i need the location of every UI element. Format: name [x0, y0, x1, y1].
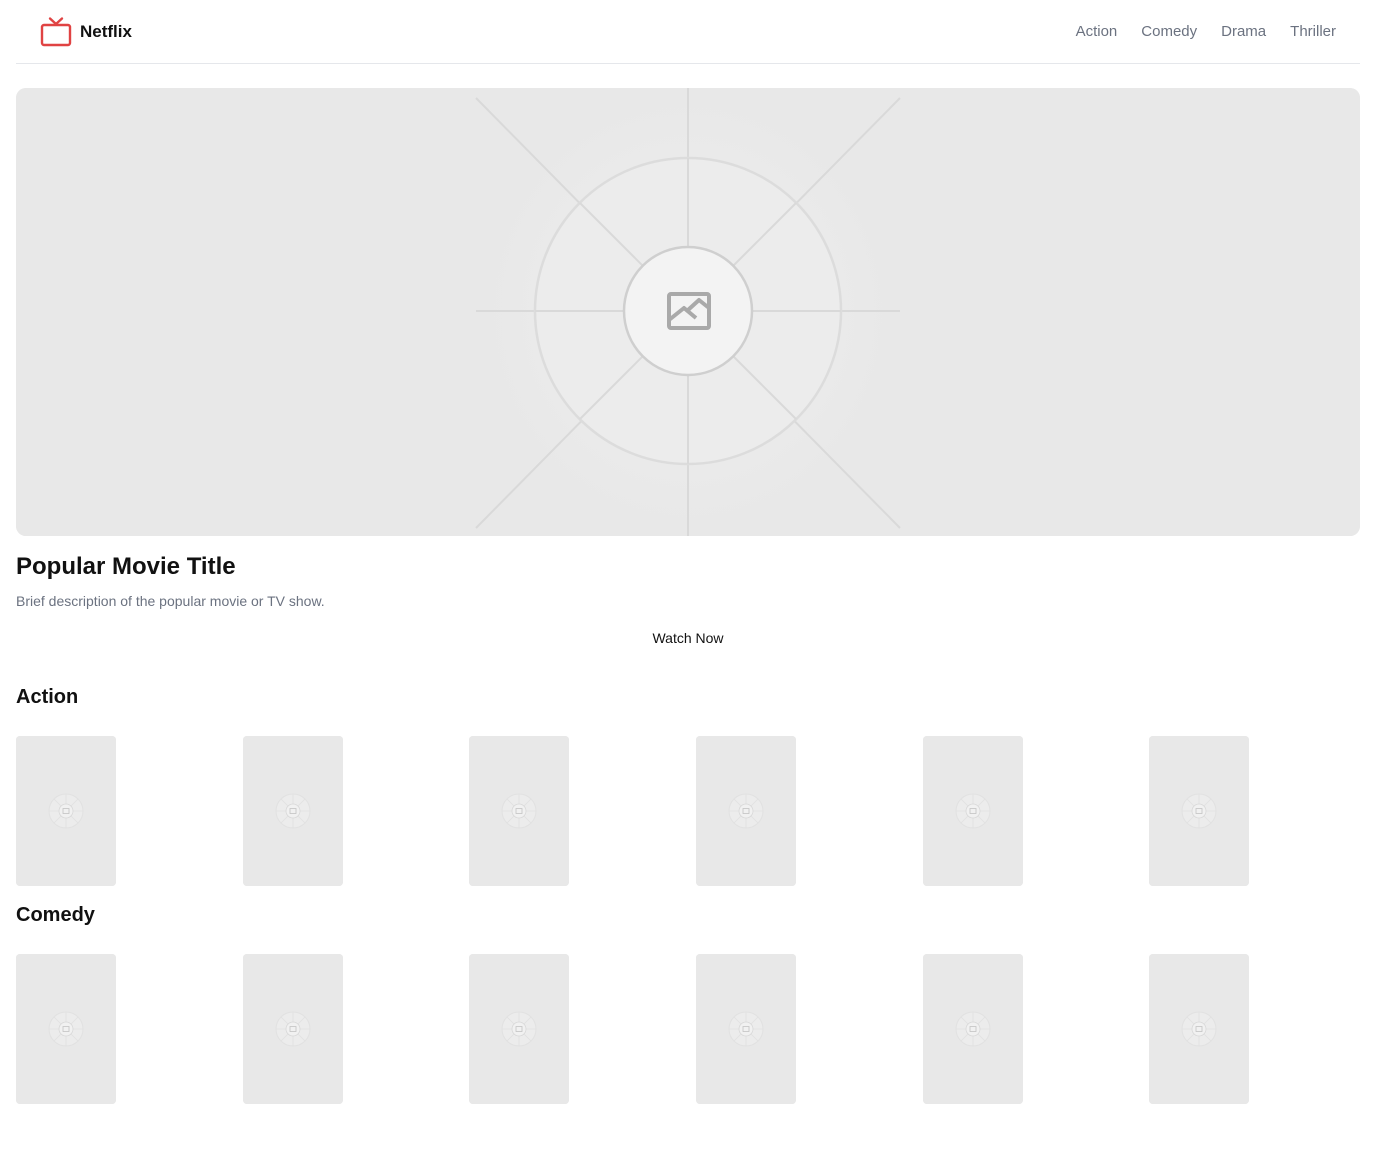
- poster-card-comedy-4[interactable]: [696, 954, 796, 1104]
- section-title-comedy: Comedy: [16, 904, 95, 926]
- tv-icon: [40, 16, 72, 46]
- watch-now-wrapper: Watch Now: [0, 630, 1376, 648]
- brand-name: Netflix: [80, 21, 132, 41]
- image-placeholder-icon: [1149, 954, 1249, 1104]
- page: Netflix Action Comedy Drama Thriller Pop…: [0, 0, 1376, 1168]
- poster-card-action-5[interactable]: [923, 736, 1023, 886]
- poster-card-action-2[interactable]: [243, 736, 343, 886]
- hero-banner-image: [16, 88, 1360, 536]
- poster-row-action: [16, 736, 1360, 886]
- poster-card-comedy-3[interactable]: [469, 954, 569, 1104]
- poster-card-comedy-2[interactable]: [243, 954, 343, 1104]
- image-placeholder-icon: [696, 736, 796, 886]
- poster-card-comedy-5[interactable]: [923, 954, 1023, 1104]
- poster-card-action-3[interactable]: [469, 736, 569, 886]
- watch-now-button[interactable]: Watch Now: [646, 628, 729, 648]
- image-placeholder-icon: [923, 736, 1023, 886]
- nav-link-action[interactable]: Action: [1076, 23, 1118, 40]
- section-title-action: Action: [16, 686, 79, 708]
- image-placeholder-icon: [469, 736, 569, 886]
- hero-description: Brief description of the popular movie o…: [16, 593, 325, 609]
- image-placeholder-icon: [469, 954, 569, 1104]
- image-placeholder-icon: [1149, 736, 1249, 886]
- image-placeholder-icon: [16, 88, 1360, 536]
- brand[interactable]: Netflix: [40, 16, 132, 48]
- poster-card-action-4[interactable]: [696, 736, 796, 886]
- poster-card-comedy-1[interactable]: [16, 954, 116, 1104]
- nav-link-thriller[interactable]: Thriller: [1290, 23, 1336, 40]
- image-placeholder-icon: [243, 954, 343, 1104]
- poster-card-comedy-6[interactable]: [1149, 954, 1249, 1104]
- image-placeholder-icon: [243, 736, 343, 886]
- image-placeholder-icon: [16, 736, 116, 886]
- image-placeholder-icon: [16, 954, 116, 1104]
- image-placeholder-icon: [696, 954, 796, 1104]
- poster-row-comedy: [16, 954, 1360, 1104]
- hero-title: Popular Movie Title: [16, 553, 236, 580]
- genre-nav: Action Comedy Drama Thriller: [1076, 23, 1336, 40]
- poster-card-action-1[interactable]: [16, 736, 116, 886]
- nav-link-drama[interactable]: Drama: [1221, 23, 1266, 40]
- poster-card-action-6[interactable]: [1149, 736, 1249, 886]
- top-navbar: Netflix Action Comedy Drama Thriller: [16, 0, 1360, 64]
- nav-link-comedy[interactable]: Comedy: [1141, 23, 1197, 40]
- image-placeholder-icon: [923, 954, 1023, 1104]
